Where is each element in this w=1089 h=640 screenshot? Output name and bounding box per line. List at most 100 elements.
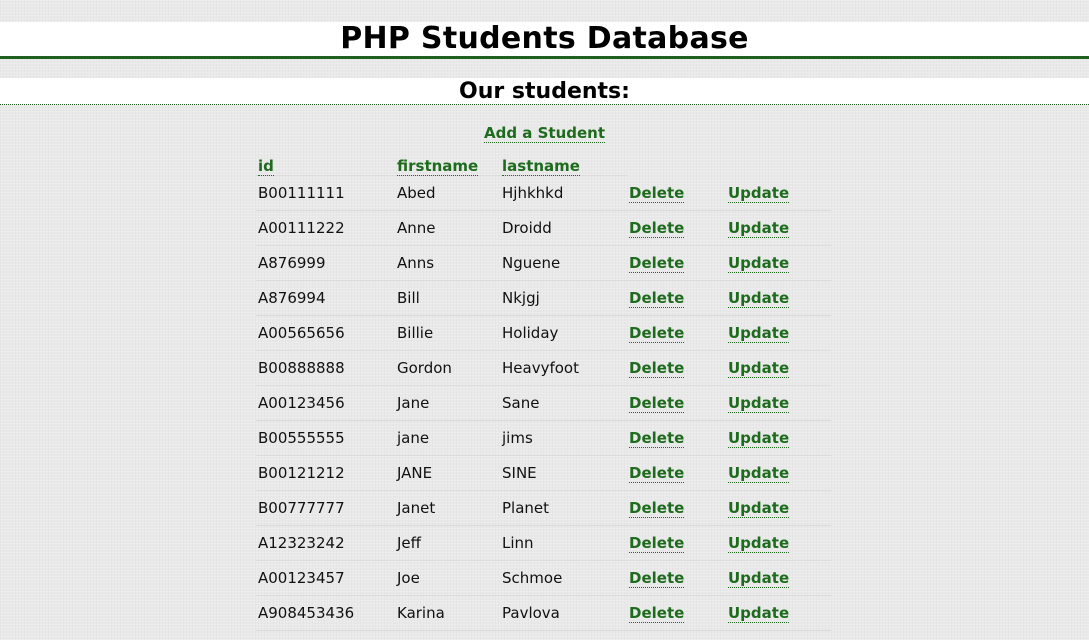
update-link[interactable]: Update bbox=[728, 464, 790, 483]
student-id-cell: B00777777 bbox=[256, 490, 395, 526]
update-link[interactable]: Update bbox=[728, 289, 790, 308]
sort-by-firstname-link[interactable]: firstname bbox=[397, 157, 479, 176]
update-link[interactable]: Update bbox=[728, 534, 790, 553]
student-id-cell: A908453436 bbox=[256, 595, 395, 631]
update-cell: Update bbox=[726, 560, 831, 596]
table-row: A00123457 Joe Schmoe Delete Update bbox=[256, 560, 831, 596]
delete-link[interactable]: Delete bbox=[629, 183, 685, 203]
student-lastname-cell: Nkjgj bbox=[500, 280, 627, 316]
delete-link[interactable]: Delete bbox=[629, 499, 685, 518]
table-row: A00111222 Anne Droidd Delete Update bbox=[256, 210, 831, 246]
student-lastname-cell: Droidd bbox=[500, 210, 627, 246]
page-title: PHP Students Database bbox=[340, 21, 749, 56]
student-lastname-cell: Sane bbox=[500, 385, 627, 421]
table-row: B00121212 JANE SINE Delete Update bbox=[256, 455, 831, 491]
delete-link[interactable]: Delete bbox=[629, 534, 685, 553]
delete-cell: Delete bbox=[627, 455, 726, 491]
delete-link[interactable]: Delete bbox=[629, 219, 685, 238]
column-header-delete bbox=[627, 155, 726, 176]
table-row: A00565656 Billie Holiday Delete Update bbox=[256, 315, 831, 351]
student-lastname-cell: Schmoe bbox=[500, 560, 627, 596]
update-cell: Update bbox=[726, 175, 831, 211]
student-lastname-cell: Heavyfoot bbox=[500, 350, 627, 386]
add-student-link[interactable]: Add a Student bbox=[483, 124, 606, 143]
delete-cell: Delete bbox=[627, 280, 726, 316]
delete-link[interactable]: Delete bbox=[629, 254, 685, 273]
delete-cell: Delete bbox=[627, 210, 726, 246]
update-link[interactable]: Update bbox=[728, 429, 790, 448]
update-link[interactable]: Update bbox=[728, 183, 790, 203]
update-cell: Update bbox=[726, 350, 831, 386]
table-row: B00555555 jane jims Delete Update bbox=[256, 420, 831, 456]
student-id-cell: B00555555 bbox=[256, 420, 395, 456]
update-link[interactable]: Update bbox=[728, 219, 790, 238]
delete-cell: Delete bbox=[627, 245, 726, 281]
student-firstname-cell: Jeff bbox=[395, 525, 500, 561]
column-header-id: id bbox=[256, 155, 395, 176]
student-lastname-cell: Hjhkhkd bbox=[500, 175, 627, 211]
students-table-body: B00111111 Abed Hjhkhkd Delete Update A0011122… bbox=[256, 175, 831, 631]
delete-link[interactable]: Delete bbox=[629, 464, 685, 483]
sort-by-lastname-link[interactable]: lastname bbox=[502, 157, 580, 176]
update-cell: Update bbox=[726, 525, 831, 561]
delete-cell: Delete bbox=[627, 490, 726, 526]
delete-link[interactable]: Delete bbox=[629, 289, 685, 308]
update-cell: Update bbox=[726, 245, 831, 281]
delete-link[interactable]: Delete bbox=[629, 394, 685, 413]
delete-cell: Delete bbox=[627, 385, 726, 421]
table-row: B00111111 Abed Hjhkhkd Delete Update bbox=[256, 175, 831, 211]
delete-cell: Delete bbox=[627, 595, 726, 631]
student-id-cell: A876999 bbox=[256, 245, 395, 281]
student-id-cell: B00111111 bbox=[256, 175, 395, 211]
table-row: A12323242 Jeff Linn Delete Update bbox=[256, 525, 831, 561]
students-table: id firstname lastname B00111111 Abed Hjhkh… bbox=[256, 155, 831, 631]
delete-cell: Delete bbox=[627, 315, 726, 351]
student-firstname-cell: Joe bbox=[395, 560, 500, 596]
update-cell: Update bbox=[726, 210, 831, 246]
update-cell: Update bbox=[726, 315, 831, 351]
delete-link[interactable]: Delete bbox=[629, 604, 685, 623]
student-firstname-cell: Abed bbox=[395, 175, 500, 211]
student-firstname-cell: Jane bbox=[395, 385, 500, 421]
sort-by-id-link[interactable]: id bbox=[258, 157, 274, 176]
update-link[interactable]: Update bbox=[728, 604, 790, 623]
table-row: A876999 Anns Nguene Delete Update bbox=[256, 245, 831, 281]
section-title: Our students: bbox=[459, 79, 630, 104]
column-header-firstname: firstname bbox=[395, 155, 500, 176]
student-id-cell: A00123457 bbox=[256, 560, 395, 596]
delete-link[interactable]: Delete bbox=[629, 359, 685, 378]
student-lastname-cell: Planet bbox=[500, 490, 627, 526]
column-header-lastname: lastname bbox=[500, 155, 627, 176]
student-lastname-cell: Nguene bbox=[500, 245, 627, 281]
student-firstname-cell: Anne bbox=[395, 210, 500, 246]
update-link[interactable]: Update bbox=[728, 359, 790, 378]
table-row: B00777777 Janet Planet Delete Update bbox=[256, 490, 831, 526]
student-lastname-cell: jims bbox=[500, 420, 627, 456]
column-header-update bbox=[726, 155, 831, 176]
delete-link[interactable]: Delete bbox=[629, 569, 685, 588]
table-row: A00123456 Jane Sane Delete Update bbox=[256, 385, 831, 421]
update-link[interactable]: Update bbox=[728, 324, 790, 343]
student-firstname-cell: JANE bbox=[395, 455, 500, 491]
delete-link[interactable]: Delete bbox=[629, 324, 685, 343]
update-link[interactable]: Update bbox=[728, 499, 790, 518]
update-link[interactable]: Update bbox=[728, 254, 790, 273]
student-id-cell: A12323242 bbox=[256, 525, 395, 561]
delete-cell: Delete bbox=[627, 560, 726, 596]
update-link[interactable]: Update bbox=[728, 394, 790, 413]
table-row: A908453436 Karina Pavlova Delete Update bbox=[256, 595, 831, 631]
delete-link[interactable]: Delete bbox=[629, 429, 685, 448]
table-row: B00888888 Gordon Heavyfoot Delete Update bbox=[256, 350, 831, 386]
update-cell: Update bbox=[726, 490, 831, 526]
student-id-cell: B00888888 bbox=[256, 350, 395, 386]
student-lastname-cell: Pavlova bbox=[500, 595, 627, 631]
student-lastname-cell: Linn bbox=[500, 525, 627, 561]
update-link[interactable]: Update bbox=[728, 569, 790, 588]
update-cell: Update bbox=[726, 280, 831, 316]
student-firstname-cell: Karina bbox=[395, 595, 500, 631]
add-student-container: Add a Student bbox=[0, 123, 1089, 143]
student-firstname-cell: Janet bbox=[395, 490, 500, 526]
student-lastname-cell: Holiday bbox=[500, 315, 627, 351]
delete-cell: Delete bbox=[627, 420, 726, 456]
student-id-cell: A00565656 bbox=[256, 315, 395, 351]
